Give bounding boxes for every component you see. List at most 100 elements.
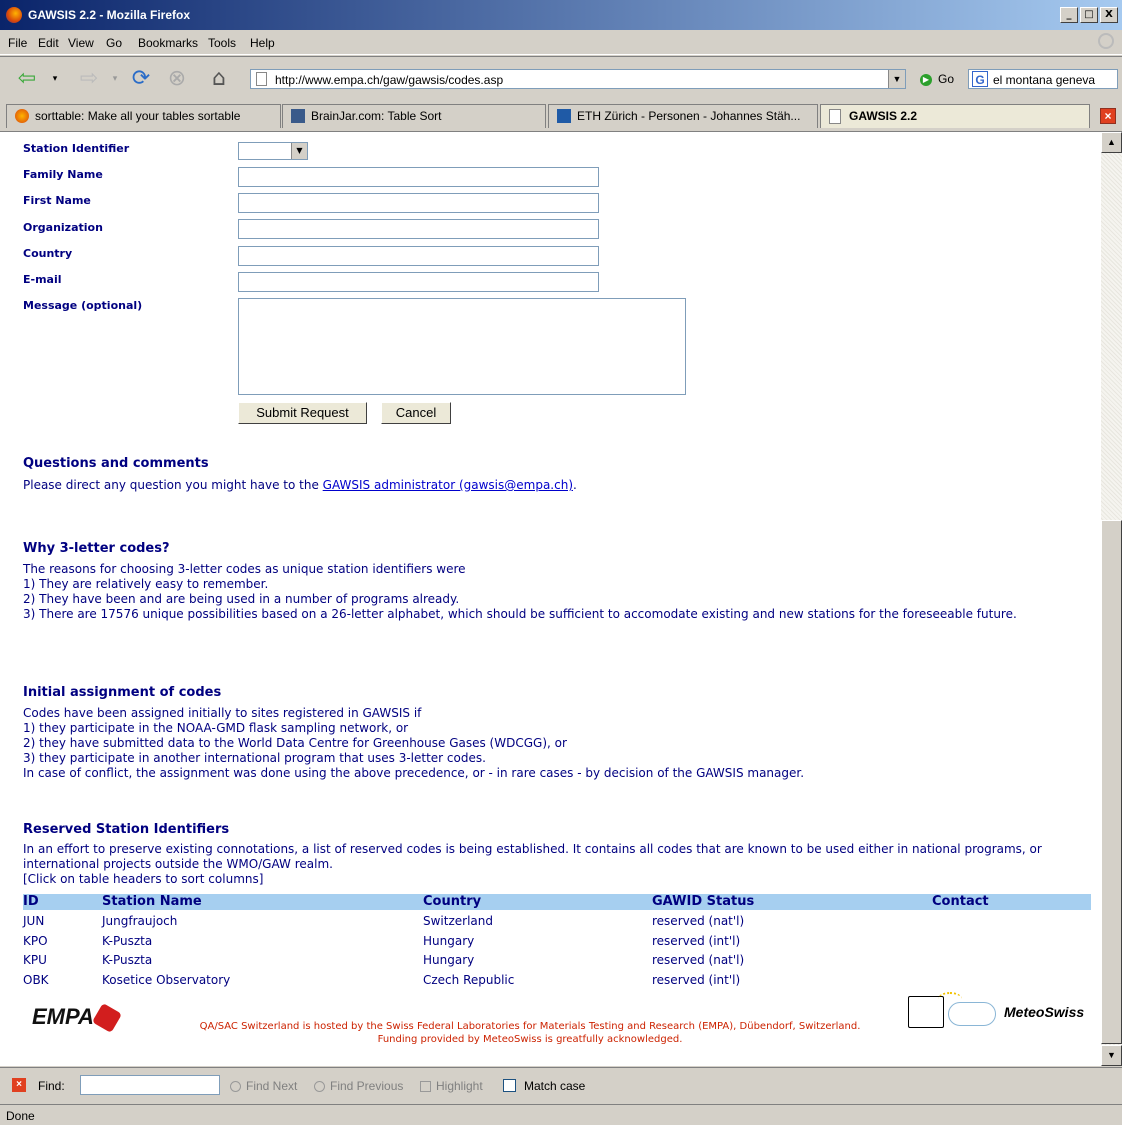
tab-brainjar[interactable]: BrainJar.com: Table Sort [282,104,546,128]
admin-email-link[interactable]: GAWSIS administrator (gawsis@empa.ch) [323,478,573,492]
column-header-gawid-status[interactable]: GAWID Status [652,894,754,910]
tab-label: sorttable: Make all your tables sortable [35,109,241,123]
firefox-icon [6,7,22,23]
family-name-input[interactable] [238,167,599,187]
meteoswiss-logo[interactable]: MeteoSwiss [908,992,1098,1032]
organization-input[interactable] [238,219,599,239]
go-icon: ▶ [920,73,932,86]
vertical-scrollbar[interactable]: ▲ ▼ [1101,132,1122,1066]
country-label: Country [23,247,73,260]
reload-icon[interactable]: ⟳ [128,68,154,90]
url-dropdown-icon[interactable]: ▼ [888,70,905,88]
column-header-station-name[interactable]: Station Name [102,894,202,910]
down-arrow-icon [230,1081,241,1093]
go-label: Go [938,72,955,86]
match-case-checkbox[interactable] [503,1079,516,1092]
menu-bar: File Edit View Go Bookmarks Tools Help [0,30,1122,55]
table-row: JUN Jungfraujoch Switzerland reserved (n… [23,914,745,928]
first-name-label: First Name [23,194,91,207]
submit-request-button[interactable]: Submit Request [238,402,367,424]
forward-arrow-icon[interactable]: ⇨ [76,68,102,90]
column-header-country[interactable]: Country [423,894,481,910]
why-text: The reasons for choosing 3-letter codes … [23,562,1017,621]
status-bar: Done [0,1104,1122,1125]
scroll-down-icon[interactable]: ▼ [1101,1045,1122,1066]
message-textarea[interactable] [238,298,686,395]
up-arrow-icon [314,1081,325,1093]
page-content: Station Identifier ▼ Family Name First N… [0,132,1101,1066]
search-box[interactable]: G el montana geneva [968,69,1118,89]
back-history-chevron-icon[interactable]: ▾ [50,68,60,90]
questions-heading: Questions and comments [23,456,209,471]
google-search-icon[interactable]: G [972,71,988,87]
firefox-tab-icon [15,109,29,123]
minimize-button[interactable]: _ [1060,7,1078,23]
initial-heading: Initial assignment of codes [23,685,222,700]
reserved-intro: In an effort to preserve existing connot… [23,842,1042,886]
menu-bookmarks[interactable]: Bookmarks [138,36,198,50]
empa-logo-mark-icon [91,1003,122,1034]
close-find-icon[interactable]: × [12,1078,26,1092]
navigation-toolbar: ⇦ ▾ ⇨ ▾ ⟳ ⊗ ⌂ http://www.empa.ch/gaw/gaw… [0,56,1122,102]
chevron-down-icon: ▼ [291,143,307,159]
empa-logo[interactable]: EMPA [32,1003,122,1034]
throbber-icon [1098,33,1114,49]
reserved-table-header: ID Station Name Country GAWID Status Con… [23,894,1091,910]
menu-help[interactable]: Help [250,36,275,50]
stop-icon[interactable]: ⊗ [164,68,190,90]
find-bar: × Find: Find Next Find Previous Highligh… [0,1067,1122,1104]
organization-label: Organization [23,221,103,234]
tab-label: BrainJar.com: Table Sort [311,109,442,123]
close-tab-icon[interactable]: × [1100,108,1116,124]
back-arrow-icon[interactable]: ⇦ [14,68,40,90]
address-bar[interactable]: http://www.empa.ch/gaw/gawsis/codes.asp … [250,69,906,89]
window-title: GAWSIS 2.2 - Mozilla Firefox [28,8,191,22]
tab-bar: sorttable: Make all your tables sortable… [0,101,1122,132]
email-label: E-mail [23,273,62,286]
find-label: Find: [38,1079,65,1093]
tab-gawsis[interactable]: GAWSIS 2.2 [820,104,1090,128]
highlight-button[interactable]: Highlight [420,1079,483,1093]
home-icon[interactable]: ⌂ [206,68,232,90]
scroll-up-icon[interactable]: ▲ [1101,132,1122,153]
column-header-contact[interactable]: Contact [932,894,989,910]
tab-sorttable[interactable]: sorttable: Make all your tables sortable [6,104,281,128]
title-bar: GAWSIS 2.2 - Mozilla Firefox _ □ X [0,0,1122,30]
reserved-heading: Reserved Station Identifiers [23,822,230,837]
page-icon [256,72,267,86]
window-controls: _ □ X [1060,7,1118,23]
close-window-button[interactable]: X [1100,7,1118,23]
menu-edit[interactable]: Edit [38,36,59,50]
column-header-id[interactable]: ID [23,894,39,910]
menu-tools[interactable]: Tools [208,36,236,50]
scroll-thumb[interactable] [1101,520,1122,1044]
station-identifier-label: Station Identifier [23,142,130,155]
station-identifier-select[interactable]: ▼ [238,142,308,160]
find-input[interactable] [80,1075,220,1095]
find-next-button[interactable]: Find Next [230,1079,297,1093]
maximize-button[interactable]: □ [1080,7,1098,23]
country-input[interactable] [238,246,599,266]
table-row: OBK Kosetice Observatory Czech Republic … [23,973,741,987]
url-text: http://www.empa.ch/gaw/gawsis/codes.asp [275,73,504,87]
go-button[interactable]: ▶ Go [920,72,954,86]
menu-file[interactable]: File [8,36,27,50]
menu-go[interactable]: Go [106,36,122,50]
menu-view[interactable]: View [68,36,94,50]
footer-text: QA/SAC Switzerland is hosted by the Swis… [199,1021,861,1045]
tab-label: ETH Zürich - Personen - Johannes Stäh... [577,109,801,123]
highlight-icon [420,1081,431,1093]
find-previous-button[interactable]: Find Previous [314,1079,403,1093]
tab-eth[interactable]: ETH Zürich - Personen - Johannes Stäh... [548,104,818,128]
status-text: Done [6,1109,35,1123]
email-input[interactable] [238,272,599,292]
page-tab-icon [829,109,841,124]
first-name-input[interactable] [238,193,599,213]
table-row: KPO K-Puszta Hungary reserved (int'l) [23,934,741,948]
family-name-label: Family Name [23,168,103,181]
questions-text: Please direct any question you might hav… [23,478,577,492]
eth-icon [557,109,571,123]
forward-history-chevron-icon[interactable]: ▾ [110,68,120,90]
initial-text: Codes have been assigned initially to si… [23,706,805,780]
cancel-button[interactable]: Cancel [381,402,451,424]
